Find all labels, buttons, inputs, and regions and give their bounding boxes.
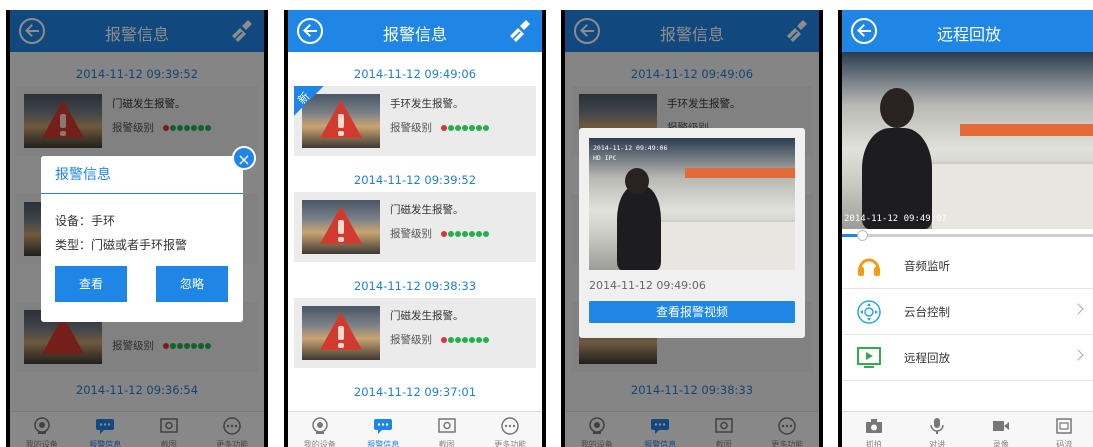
alarm-thumbnail [302,200,380,254]
tab-label: 抓拍 [865,440,882,447]
alarm-dialog: 报警信息 设备：手环 类型：门磁或者手环报警 查看 忽略 [41,156,243,322]
top-bar: 远程回放 [842,10,1093,52]
alarm-level-dots [441,122,490,134]
tab-label: 对讲 [929,440,946,447]
phone-screen-remote-playback: 远程回放 2014-11-12 09:49:07 音频监听 云台控制 远程回放 … [838,10,1093,447]
video-osd-camera: HD IPC [593,154,617,162]
alarm-video-popup: 2014-11-12 09:49:06 HD IPC 2014-11-12 09… [579,128,805,338]
tab-label: 报警信息 [367,440,400,447]
menu-item-remote-playback[interactable]: 远程回放 [842,335,1093,381]
playback-video[interactable]: 2014-11-12 09:49:07 [842,52,1093,229]
screen-content: 远程回放 2014-11-12 09:49:07 音频监听 云台控制 远程回放 … [842,10,1093,447]
more-dots-icon [501,417,519,435]
phone-screen-alarm-list: 报警信息 2014-11-12 09:49:06 新 手环发生报警。 报警级别 [284,10,546,447]
type-row: 类型：门磁或者手环报警 [55,236,187,253]
alarm-thumbnail [302,306,380,360]
menu-item-label: 音频监听 [904,259,950,273]
screenshot-icon [438,418,456,433]
page-title: 报警信息 [382,25,447,44]
alarm-level-label: 报警级别 [390,334,432,346]
alarm-message: 门磁发生报警。 [390,310,464,322]
tab-more[interactable]: 更多功能 [479,412,543,447]
alarm-list: 2014-11-12 09:49:06 新 手环发生报警。 报警级别 2014-… [288,64,542,402]
alarm-level: 报警级别 [390,226,490,241]
video-time: 2014-11-12 09:49:07 [844,214,947,224]
alarm-timestamp: 2014-11-12 09:49:06 [353,67,477,81]
alarm-message: 手环发生报警。 [390,98,464,110]
alarm-level: 报警级别 [390,120,490,135]
tab-screenshot[interactable]: 截图 [415,412,479,447]
chevron-right-icon [1072,349,1084,361]
playback-progress[interactable] [842,229,1093,241]
dialog-title: 报警信息 [41,156,243,194]
view-alarm-video-button[interactable]: 查看报警视频 [589,301,795,323]
alarm-card[interactable]: 门磁发生报警。 报警级别 [294,298,536,368]
alarm-card[interactable]: 新 手环发生报警。 报警级别 [294,86,536,156]
tab-intercom[interactable]: 对讲 [906,412,970,447]
tab-my-devices[interactable]: 我的设备 [288,412,352,447]
chevron-right-icon [1072,303,1084,315]
menu-item-label: 云台控制 [904,305,950,319]
phone-screen-alarm-video-popup: 报警信息 2014-11-12 09:49:06 手环发生报警。 报警级别 20… [561,10,823,447]
device-row: 设备：手环 [55,212,115,229]
progress-knob[interactable] [857,230,869,241]
camera-icon [865,419,882,433]
top-bar: 报警信息 [288,10,542,52]
alarm-level-label: 报警级别 [390,122,432,134]
camera-lens-icon [312,417,328,434]
screen-content: 报警信息 2014-11-12 09:39:52 门磁发生报警。 报警级别 报警… [10,10,264,447]
view-button[interactable]: 查看 [55,266,127,302]
close-icon[interactable]: × [232,146,256,170]
playback-icon [857,347,881,368]
tab-alarm-info[interactable]: 报警信息 [352,412,416,447]
ptz-control-icon [857,300,881,324]
menu-item-audio-monitor[interactable]: 音频监听 [842,243,1093,289]
alarm-timestamp: 2014-11-12 09:38:33 [353,279,477,293]
tab-bitrate[interactable]: 码流 [1033,412,1093,447]
alarm-timestamp: 2014-11-12 09:37:01 [353,385,477,399]
alarm-message: 门磁发生报警。 [390,204,464,216]
bitrate-icon [1056,418,1072,434]
tab-label: 截图 [438,440,455,447]
tab-record[interactable]: 录像 [969,412,1033,447]
bottom-tab-bar: 我的设备 报警信息 截图 更多功能 [288,411,542,447]
device-label: 设备： [55,214,92,228]
video-time: 2014-11-12 09:49:06 [589,279,706,292]
clear-broom-icon[interactable] [506,18,532,44]
page-title: 远程回放 [936,25,1001,44]
progress-track [842,234,1093,237]
alarm-timestamp: 2014-11-12 09:39:52 [353,173,477,187]
message-bubble-icon [374,419,393,434]
alarm-card[interactable]: 门磁发生报警。 报警级别 [294,192,536,262]
alarm-level-dots [441,334,490,346]
ignore-button[interactable]: 忽略 [156,266,228,302]
new-badge: 新 [294,86,336,128]
menu-item-ptz-control[interactable]: 云台控制 [842,289,1093,335]
tab-label: 录像 [992,440,1009,447]
screen-content: 报警信息 2014-11-12 09:49:06 手环发生报警。 报警级别 20… [565,10,819,447]
device-value: 手环 [91,214,116,228]
type-value: 门磁或者手环报警 [91,238,188,252]
function-menu: 音频监听 云台控制 远程回放 [842,243,1093,381]
alarm-level: 报警级别 [390,332,490,347]
alarm-level-label: 报警级别 [390,228,432,240]
menu-item-label: 远程回放 [904,351,950,365]
video-camera-icon [992,421,1009,431]
video-osd-time: 2014-11-12 09:49:06 [593,144,668,152]
bottom-tab-bar: 抓拍 对讲 录像 码流 [842,411,1093,447]
tab-label: 我的设备 [303,440,336,447]
tab-label: 码流 [1056,440,1073,447]
tab-label: 更多功能 [494,440,527,447]
headphones-icon [858,258,880,276]
alarm-level-dots [441,228,490,240]
phone-screen-alarm-dialog: 报警信息 2014-11-12 09:39:52 门磁发生报警。 报警级别 报警… [6,10,268,447]
microphone-icon [930,418,944,434]
tab-snapshot[interactable]: 抓拍 [842,412,906,447]
type-label: 类型： [55,238,92,252]
alarm-video-frame[interactable]: 2014-11-12 09:49:06 HD IPC [589,138,795,270]
screen-content: 报警信息 2014-11-12 09:49:06 新 手环发生报警。 报警级别 [288,10,542,447]
